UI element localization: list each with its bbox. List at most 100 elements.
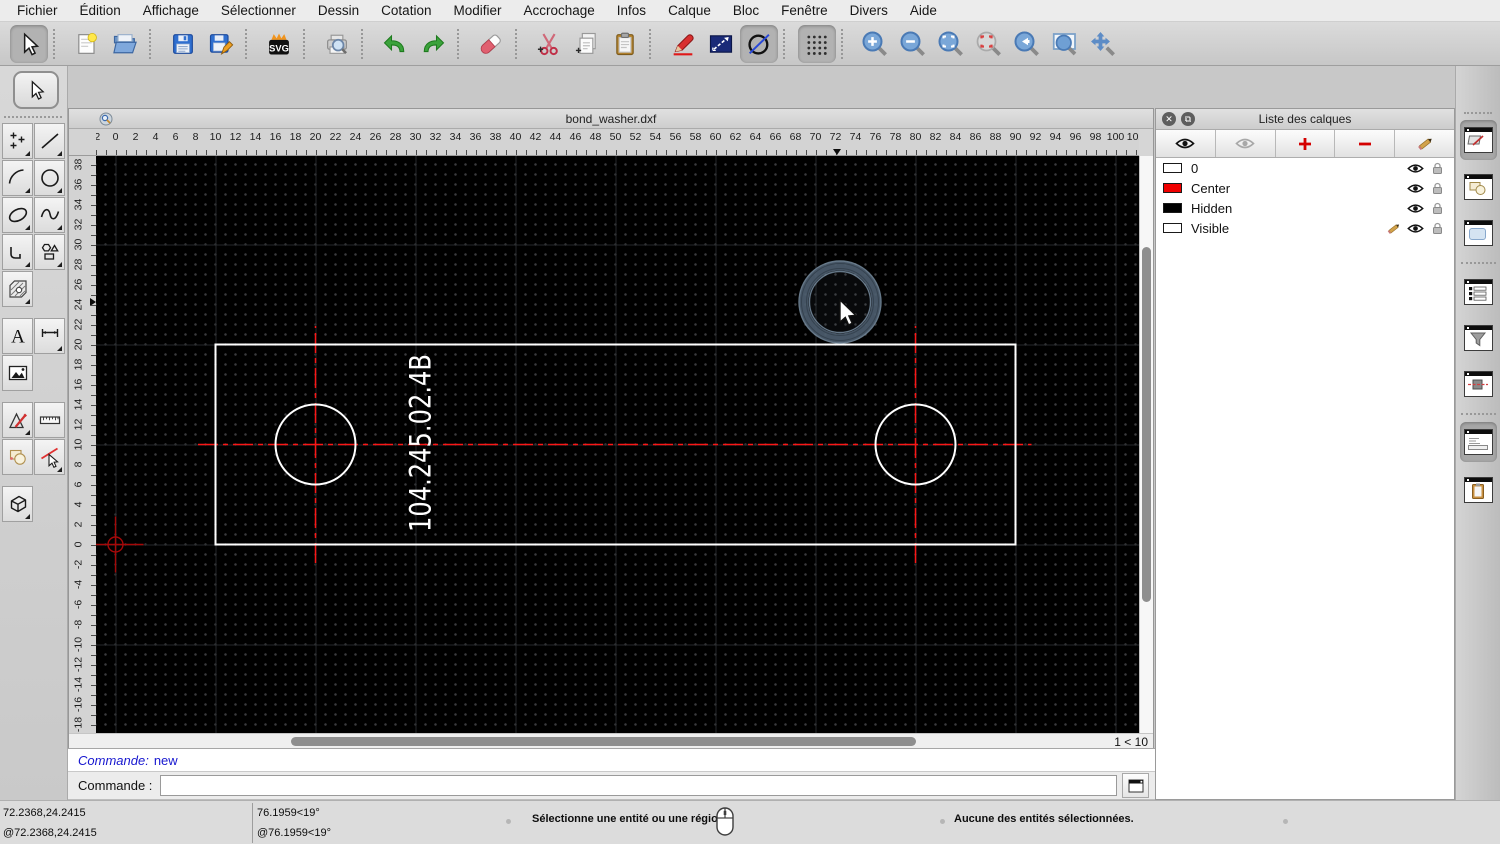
layer-lock-toggle[interactable] (1426, 202, 1448, 215)
menu-item[interactable]: Bloc (722, 3, 770, 18)
menu-item[interactable]: Affichage (132, 3, 210, 18)
dock-layer-list-button[interactable] (1460, 120, 1497, 160)
menu-item[interactable]: Accrochage (512, 3, 605, 18)
eraser-button[interactable] (472, 25, 510, 63)
circle-slash-button[interactable] (740, 24, 778, 63)
zoom-previous-button[interactable] (1008, 25, 1046, 63)
dimension-tool-button[interactable] (34, 318, 65, 354)
layer-row[interactable]: Hidden (1156, 198, 1454, 218)
zoom-auto-button[interactable] (932, 25, 970, 63)
menu-item[interactable]: Calque (657, 3, 722, 18)
points-tool-button[interactable] (2, 123, 33, 159)
detach-icon[interactable]: ⧉ (1181, 112, 1195, 126)
spline-tool-button[interactable] (34, 197, 65, 233)
zoom-window-button[interactable] (1046, 25, 1084, 63)
layer-row[interactable]: 0 (1156, 158, 1454, 178)
polygon-tool-button[interactable] (34, 234, 65, 270)
image-tool-button[interactable] (2, 355, 33, 391)
menu-item[interactable]: Fichier (6, 3, 69, 18)
save-button[interactable] (164, 25, 202, 63)
eye-icon[interactable] (1406, 203, 1424, 214)
measure-tool-button[interactable] (34, 402, 65, 438)
command-window-button[interactable] (1122, 773, 1149, 798)
hide-all-layers-button[interactable] (1215, 130, 1276, 157)
save-as-button[interactable] (202, 25, 240, 63)
dock-block-list-button[interactable] (1460, 167, 1497, 207)
svg-export-button[interactable]: SVG (260, 25, 298, 63)
layer-lock-toggle[interactable] (1426, 162, 1448, 175)
circle-tool-button[interactable] (34, 160, 65, 196)
menu-item[interactable]: Infos (606, 3, 657, 18)
menu-item[interactable]: Divers (839, 3, 899, 18)
undo-button[interactable] (376, 25, 414, 63)
layer-visibility-toggle[interactable] (1404, 203, 1426, 214)
new-file-button[interactable] (68, 25, 106, 63)
lock-icon[interactable] (1432, 182, 1443, 195)
menu-item[interactable]: Dessin (307, 3, 370, 18)
document-titlebar[interactable]: bond_washer.dxf (69, 109, 1153, 129)
layer-visibility-toggle[interactable] (1404, 183, 1426, 194)
eye-icon[interactable] (1406, 223, 1424, 234)
menu-item[interactable]: Sélectionner (210, 3, 307, 18)
zoom-out-button[interactable] (894, 25, 932, 63)
eye-icon[interactable] (1406, 183, 1424, 194)
menu-item[interactable]: Aide (899, 3, 948, 18)
hatch-tool-button[interactable] (2, 271, 33, 307)
modify-tool-button[interactable] (2, 402, 33, 438)
copy-button[interactable] (568, 25, 606, 63)
pan-button[interactable] (1084, 25, 1122, 63)
layer-lock-toggle[interactable] (1426, 222, 1448, 235)
pencil-icon[interactable] (1386, 222, 1401, 235)
text-tool-button[interactable]: A (2, 318, 33, 354)
add-layer-button[interactable] (1275, 130, 1336, 157)
edit-layer-button[interactable] (1395, 130, 1454, 157)
arc-tool-button[interactable] (2, 160, 33, 196)
dock-clipboard-button[interactable] (1460, 470, 1497, 510)
layer-visibility-toggle[interactable] (1404, 223, 1426, 234)
ellipse-tool-button[interactable] (2, 197, 33, 233)
line-options-button[interactable] (702, 25, 740, 63)
dock-entity-list-button[interactable] (1460, 272, 1497, 312)
dock-command-options-button[interactable] (1460, 364, 1497, 404)
show-all-layers-button[interactable] (1156, 130, 1216, 157)
select-arrow-button[interactable] (10, 24, 48, 63)
command-input[interactable] (160, 775, 1117, 796)
line-tool-button[interactable] (34, 123, 65, 159)
menu-item[interactable]: Cotation (370, 3, 442, 18)
solid-3d-tool-button[interactable] (2, 486, 33, 522)
vertical-scrollbar[interactable] (1139, 156, 1153, 733)
horizontal-scroll-thumb[interactable] (291, 737, 916, 746)
paste-button[interactable] (606, 25, 644, 63)
grid-toggle-button[interactable] (798, 24, 836, 63)
dock-command-widget-button[interactable] (1460, 422, 1497, 462)
dock-selection-filter-button[interactable] (1460, 318, 1497, 358)
polyline-tool-button[interactable] (2, 234, 33, 270)
delete-select-tool-button[interactable] (34, 439, 65, 475)
order-tool-button[interactable] (2, 439, 33, 475)
zoom-in-button[interactable] (856, 25, 894, 63)
eye-icon[interactable] (1406, 163, 1424, 174)
menu-item[interactable]: Édition (69, 3, 132, 18)
horizontal-scrollbar[interactable]: 1 < 10 (69, 733, 1153, 749)
close-icon[interactable]: ✕ (1162, 112, 1176, 126)
drawing-canvas[interactable]: 104.245.02.4B (96, 156, 1139, 733)
menu-item[interactable]: Modifier (442, 3, 512, 18)
layer-row[interactable]: Visible (1156, 218, 1454, 238)
lock-icon[interactable] (1432, 162, 1443, 175)
palette-select-button[interactable] (13, 71, 59, 109)
layer-lock-toggle[interactable] (1426, 182, 1448, 195)
layer-row[interactable]: Center (1156, 178, 1454, 198)
redo-button[interactable] (414, 25, 452, 63)
dock-library-browser-button[interactable] (1460, 213, 1497, 253)
layer-visibility-toggle[interactable] (1404, 163, 1426, 174)
open-file-button[interactable] (106, 25, 144, 63)
cut-button[interactable] (530, 25, 568, 63)
draw-pen-button[interactable] (664, 25, 702, 63)
zoom-selection-button[interactable] (970, 25, 1008, 63)
vertical-scroll-thumb[interactable] (1142, 247, 1151, 602)
menu-item[interactable]: Fenêtre (770, 3, 839, 18)
lock-icon[interactable] (1432, 202, 1443, 215)
lock-icon[interactable] (1432, 222, 1443, 235)
remove-layer-button[interactable] (1335, 130, 1396, 157)
print-preview-button[interactable] (318, 25, 356, 63)
